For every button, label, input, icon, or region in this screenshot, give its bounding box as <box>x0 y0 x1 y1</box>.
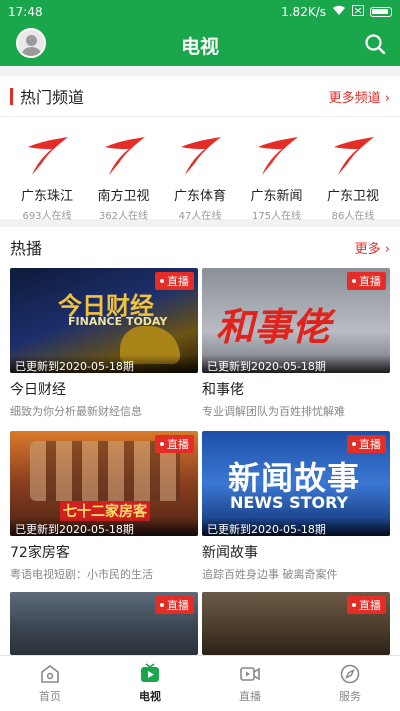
hot-play-header: 热播 更多 › <box>0 227 400 267</box>
channel-item[interactable]: 广东珠江 693人在线 <box>10 133 84 222</box>
program-title: 72家房客 <box>10 545 70 561</box>
nav-label: 电视 <box>139 690 161 703</box>
channel-list: 广东珠江 693人在线 南方卫视 362人在线 广东体育 47人在线 广东新闻 … <box>0 117 400 222</box>
channel-viewers: 47人在线 <box>178 211 222 222</box>
update-label: 已更新到2020-05-18期 <box>10 518 198 536</box>
home-icon <box>41 665 59 683</box>
hot-channels-section: 热门频道 更多频道 › 广东珠江 693人在线 南方卫视 362人在线 广东体育… <box>0 76 400 222</box>
channel-viewers: 86人在线 <box>331 211 375 222</box>
channel-viewers: 175人在线 <box>251 211 302 222</box>
program-card[interactable]: 直播 <box>10 592 198 655</box>
channel-name: 南方卫视 <box>97 189 150 204</box>
nav-tv[interactable]: 电视 <box>100 656 200 711</box>
sim-icon <box>352 5 364 19</box>
channel-viewers: 362人在线 <box>98 211 149 222</box>
channel-logo-icon <box>104 137 145 175</box>
wifi-icon <box>332 5 346 19</box>
program-subtitle: 追踪百姓身边事 破离奇案件 <box>202 568 338 581</box>
video-camera-icon <box>240 667 260 681</box>
compass-icon <box>340 664 360 684</box>
section-title: 热门频道 <box>20 88 85 107</box>
live-badge: 直播 <box>347 435 386 453</box>
nav-service[interactable]: 服务 <box>300 656 400 711</box>
channel-logo-icon <box>181 137 221 175</box>
page-title: 电视 <box>180 35 219 58</box>
hot-channels-header: 热门频道 更多频道 › <box>0 76 400 116</box>
avatar[interactable] <box>16 28 46 58</box>
status-bar: 17:48 1.82K/s <box>0 0 400 24</box>
program-title: 今日财经 <box>10 382 66 398</box>
program-subtitle: 细致为你分析最新财经信息 <box>10 405 142 418</box>
program-thumbnail[interactable]: 直播 <box>10 592 198 655</box>
program-title: 和事佬 <box>202 382 244 398</box>
program-thumbnail[interactable]: 今日财经 FINANCE TODAY 直播 已更新到2020-05-18期 <box>10 268 198 373</box>
nav-live[interactable]: 直播 <box>200 656 300 711</box>
channel-viewers: 693人在线 <box>22 211 72 222</box>
live-badge: 直播 <box>347 596 386 614</box>
program-thumbnail[interactable]: 和事佬 直播 已更新到2020-05-18期 <box>202 268 390 373</box>
nav-label: 首页 <box>39 690 61 703</box>
program-card[interactable]: 今日财经 FINANCE TODAY 直播 已更新到2020-05-18期 今日… <box>10 268 198 419</box>
nav-home[interactable]: 首页 <box>0 656 100 711</box>
section-title: 热播 <box>10 239 43 258</box>
status-time: 17:48 <box>8 5 43 19</box>
update-label: 已更新到2020-05-18期 <box>202 355 390 373</box>
channel-item[interactable]: 广东新闻 175人在线 <box>240 133 314 222</box>
channel-item[interactable]: 广东卫视 86人在线 <box>316 133 390 222</box>
update-label: 已更新到2020-05-18期 <box>10 355 198 373</box>
live-badge: 直播 <box>155 272 194 290</box>
program-subtitle: 粤语电视短剧：小市民的生活 <box>10 568 153 581</box>
channel-name: 广东珠江 <box>20 189 73 204</box>
channel-name: 广东新闻 <box>250 189 303 204</box>
program-card[interactable]: 直播 <box>202 592 390 655</box>
nav-label: 直播 <box>239 690 261 703</box>
update-label: 已更新到2020-05-18期 <box>202 518 390 536</box>
search-icon[interactable] <box>364 33 386 55</box>
live-badge: 直播 <box>155 435 194 453</box>
channel-item[interactable]: 南方卫视 362人在线 <box>87 133 161 222</box>
live-badge: 直播 <box>155 596 194 614</box>
program-thumbnail[interactable]: 新闻故事 NEWS STORY 直播 已更新到2020-05-18期 <box>202 431 390 536</box>
program-card[interactable]: 新闻故事 NEWS STORY 直播 已更新到2020-05-18期 新闻故事 … <box>202 431 390 582</box>
thumb-title-text: 和事佬 <box>216 305 331 349</box>
nav-label: 服务 <box>339 690 361 703</box>
app-header: 电视 <box>0 24 400 66</box>
channel-name: 广东卫视 <box>326 189 379 204</box>
network-speed: 1.82K/s <box>281 5 326 19</box>
program-card[interactable]: 和事佬 直播 已更新到2020-05-18期 和事佬 专业调解团队为百姓排忧解难 <box>202 268 390 419</box>
channel-logo-icon <box>334 137 374 175</box>
bottom-nav: 首页 电视 直播 服务 <box>0 655 400 711</box>
program-thumbnail[interactable]: 直播 <box>202 592 390 655</box>
channel-name: 广东体育 <box>173 189 226 204</box>
more-hot-link[interactable]: 更多 › <box>355 238 390 257</box>
thumb-subtitle-text: NEWS STORY <box>230 493 349 512</box>
more-channels-link[interactable]: 更多频道 › <box>329 87 390 106</box>
channel-logo-icon <box>257 137 298 175</box>
program-subtitle: 专业调解团队为百姓排忧解难 <box>202 405 345 418</box>
channel-item[interactable]: 广东体育 47人在线 <box>163 133 237 222</box>
tv-play-icon <box>141 663 159 682</box>
program-card[interactable]: 七十二家房客 直播 已更新到2020-05-18期 72家房客 粤语电视短剧：小… <box>10 431 198 582</box>
program-thumbnail[interactable]: 七十二家房客 直播 已更新到2020-05-18期 <box>10 431 198 536</box>
program-title: 新闻故事 <box>202 545 258 561</box>
live-badge: 直播 <box>347 272 386 290</box>
channel-logo-icon <box>28 137 68 175</box>
battery-icon <box>370 7 392 17</box>
